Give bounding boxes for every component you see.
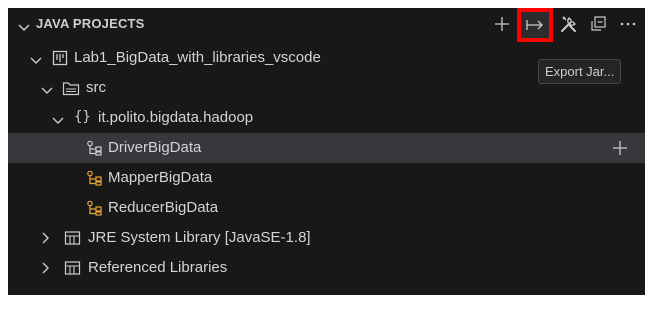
class-icon bbox=[86, 140, 104, 161]
tree-item-label: it.polito.bigdata.hadoop bbox=[98, 109, 254, 126]
java-projects-panel: JAVA PROJECTS Lab1_BigData_with_librarie… bbox=[8, 8, 645, 295]
tree-item-jre-library[interactable]: JRE System Library [JavaSE-1.8] bbox=[8, 223, 645, 253]
chevron-down-icon[interactable] bbox=[52, 112, 64, 130]
class-icon bbox=[86, 200, 104, 221]
chevron-right-icon[interactable] bbox=[42, 231, 50, 249]
export-jar-button[interactable] bbox=[517, 8, 553, 42]
tree-item-label: DriverBigData bbox=[108, 139, 202, 156]
source-folder-icon bbox=[62, 80, 80, 101]
tools-icon[interactable] bbox=[556, 8, 582, 40]
library-icon bbox=[64, 230, 82, 251]
tree-item-class[interactable]: MapperBigData bbox=[8, 163, 645, 193]
plus-icon[interactable] bbox=[612, 140, 628, 161]
tree-item-package[interactable]: {} it.polito.bigdata.hadoop bbox=[8, 103, 645, 133]
tree-item-label: src bbox=[86, 79, 106, 96]
panel-title: JAVA PROJECTS bbox=[36, 16, 145, 31]
tree-item-label: Lab1_BigData_with_libraries_vscode bbox=[74, 49, 321, 66]
tree-item-class[interactable]: ReducerBigData bbox=[8, 193, 645, 223]
project-icon bbox=[52, 50, 68, 71]
chevron-down-icon[interactable] bbox=[18, 19, 30, 37]
tree-item-class[interactable]: DriverBigData bbox=[8, 133, 645, 163]
chevron-down-icon[interactable] bbox=[41, 82, 53, 100]
class-icon bbox=[86, 170, 104, 191]
plus-icon[interactable] bbox=[490, 8, 514, 40]
ellipsis-icon[interactable] bbox=[615, 8, 641, 40]
tree-item-label: Referenced Libraries bbox=[88, 259, 228, 276]
tree-item-label: JRE System Library [JavaSE-1.8] bbox=[88, 229, 311, 246]
collapse-all-icon[interactable] bbox=[585, 8, 611, 40]
tree-item-label: ReducerBigData bbox=[108, 199, 219, 216]
arrow-right-to-bar-icon bbox=[526, 20, 543, 30]
package-braces-icon: {} bbox=[74, 109, 91, 125]
tree-item-label: MapperBigData bbox=[108, 169, 213, 186]
chevron-right-icon[interactable] bbox=[42, 261, 50, 279]
chevron-down-icon[interactable] bbox=[30, 52, 42, 70]
tree-item-referenced-libraries[interactable]: Referenced Libraries bbox=[8, 253, 645, 283]
library-icon bbox=[64, 260, 82, 281]
export-jar-tooltip: Export Jar... bbox=[538, 59, 622, 84]
panel-header[interactable]: JAVA PROJECTS bbox=[8, 8, 645, 42]
